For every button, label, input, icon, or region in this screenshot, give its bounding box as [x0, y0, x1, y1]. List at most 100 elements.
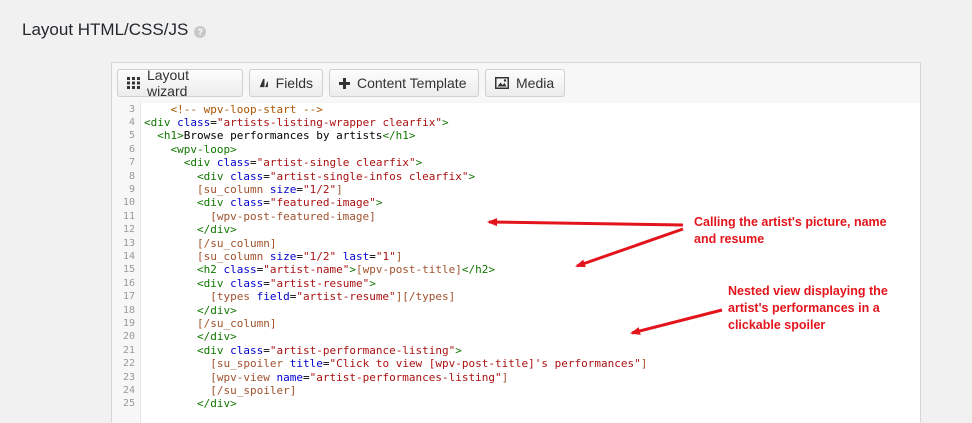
code-line-content: <div class="artist-single clearfix"> [144, 156, 422, 169]
code-token: field [256, 290, 290, 304]
code-line-content: [su_spoiler title="Click to view [wpv-po… [144, 357, 647, 370]
line-number: 14 [122, 250, 135, 262]
fields-button[interactable]: Fields [249, 69, 323, 97]
code-token: ] [501, 370, 509, 384]
code-token: ] [640, 357, 648, 371]
code-token: last [342, 249, 370, 263]
content-template-button[interactable]: Content Template [329, 69, 479, 97]
section-title: Layout HTML/CSS/JS [22, 20, 189, 39]
code-token: > [468, 169, 476, 183]
line-number: 7 [128, 157, 135, 169]
code-token: [su_column [196, 182, 270, 196]
code-token: [/su_column] [196, 316, 277, 330]
code-token: [types [210, 290, 257, 304]
code-line-content: <div class="artist-resume"> [144, 277, 376, 290]
code-line: 9 [su_column size="1/2"] [112, 183, 920, 196]
line-number: 4 [128, 116, 135, 128]
code-token: ] [395, 249, 403, 263]
code-token: </div> [196, 330, 237, 344]
code-line-content: <wpv-loop> [144, 143, 237, 156]
fields-icon [259, 78, 268, 88]
code-token: Browse performances by artists [183, 129, 383, 143]
code-line-content: </div> [144, 330, 237, 343]
code-token: "Click to view [wpv-post-title]'s perfor… [329, 357, 641, 371]
code-token: "artist-resume" [296, 290, 396, 304]
section-header: Layout HTML/CSS/JS ? [22, 20, 207, 40]
line-number: 21 [122, 344, 135, 356]
media-button[interactable]: Media [485, 69, 565, 97]
code-token: "artist-resume" [269, 276, 370, 290]
code-line: 23 [wpv-view name="artist-performances-l… [112, 371, 920, 384]
code-line: 15 <h2 class="artist-name">[wpv-post-tit… [112, 263, 920, 276]
code-token: <h2 [196, 263, 224, 277]
annotation-picture: Calling the artist's picture, name and r… [694, 215, 887, 246]
code-line-content: [su_column size="1/2"] [144, 183, 343, 196]
line-number: 6 [128, 143, 135, 155]
line-number: 11 [122, 210, 135, 222]
code-token: name [276, 370, 303, 384]
code-line: 6 <wpv-loop> [112, 143, 920, 156]
code-token: <div [196, 276, 231, 290]
line-number: 23 [122, 371, 135, 383]
code-token: <!-- wpv-loop-start --> [170, 103, 323, 116]
code-token: = [250, 156, 257, 170]
line-number: 8 [128, 170, 135, 182]
code-line-content: </div> [144, 223, 237, 236]
code-line-content: </div> [144, 397, 237, 410]
code-token: = [263, 169, 270, 183]
code-token: [/su_column] [196, 236, 277, 250]
line-number: 25 [122, 398, 135, 410]
code-line-content: <h2 class="artist-name">[wpv-post-title]… [144, 263, 495, 276]
line-number: 3 [128, 103, 135, 115]
annotation-nested-view: Nested view displaying the artist's perf… [728, 284, 888, 332]
code-line: 3 <!-- wpv-loop-start --> [112, 103, 920, 116]
code-token: > [369, 276, 376, 290]
code-line-content: [su_column size="1/2" last="1"] [144, 250, 402, 263]
code-token: [su_spoiler [210, 357, 290, 371]
line-number: 5 [128, 130, 135, 142]
code-token: </div> [196, 303, 237, 317]
code-token: size [269, 249, 297, 263]
code-line: 24 [/su_spoiler] [112, 384, 920, 397]
line-number: 20 [122, 331, 135, 343]
code-editor[interactable]: 3 <!-- wpv-loop-start --> 4 <div class="ar… [112, 103, 920, 423]
code-line-content: [wpv-post-featured-image] [144, 210, 376, 223]
code-token: [su_column [196, 249, 270, 263]
code-token: <div [196, 196, 231, 210]
code-token: > [349, 263, 356, 277]
code-token: "1/2" [302, 249, 337, 263]
line-number: 17 [122, 291, 135, 303]
help-icon[interactable]: ? [194, 25, 207, 38]
editor-toolbar: Layout wizard Fields Content Template Me… [112, 63, 920, 104]
code-token: "1" [375, 249, 396, 263]
code-token: class [177, 115, 211, 129]
code-line-content: <div class="artists-listing-wrapper clea… [144, 116, 449, 129]
code-line: 14 [su_column size="1/2" last="1"] [112, 250, 920, 263]
code-token: "artists-listing-wrapper clearfix" [216, 115, 443, 129]
code-line: 4 <div class="artists-listing-wrapper cle… [112, 116, 920, 129]
code-token: "artist-single clearfix" [256, 156, 416, 170]
code-line-content: <div class="featured-image"> [144, 196, 382, 209]
code-token: ][/types] [395, 290, 456, 304]
code-line: 25 </div> [112, 397, 920, 410]
code-token: "artist-performances-listing" [309, 370, 502, 384]
code-token: [/su_spoiler] [210, 383, 297, 397]
fields-label: Fields [275, 75, 313, 91]
code-token: = [263, 196, 270, 210]
code-line-content: <div class="artist-single-infos clearfix… [144, 170, 475, 183]
code-token: class [230, 343, 264, 357]
line-number: 19 [122, 317, 135, 329]
code-line: 22 [su_spoiler title="Click to view [wpv… [112, 357, 920, 370]
code-line-content: [wpv-view name="artist-performances-list… [144, 371, 508, 384]
code-token: size [269, 182, 297, 196]
code-token: <wpv-loop> [170, 142, 237, 156]
layout-wizard-button[interactable]: Layout wizard [117, 67, 243, 99]
code-token: [wpv-post-featured-image] [210, 209, 376, 223]
code-line-content: </div> [144, 304, 237, 317]
code-line: 21 <div class="artist-performance-listin… [112, 344, 920, 357]
code-token: title [289, 357, 323, 371]
code-line-content: [/su_column] [144, 317, 276, 330]
code-token: > [455, 343, 462, 357]
code-line-content: [/su_spoiler] [144, 384, 296, 397]
